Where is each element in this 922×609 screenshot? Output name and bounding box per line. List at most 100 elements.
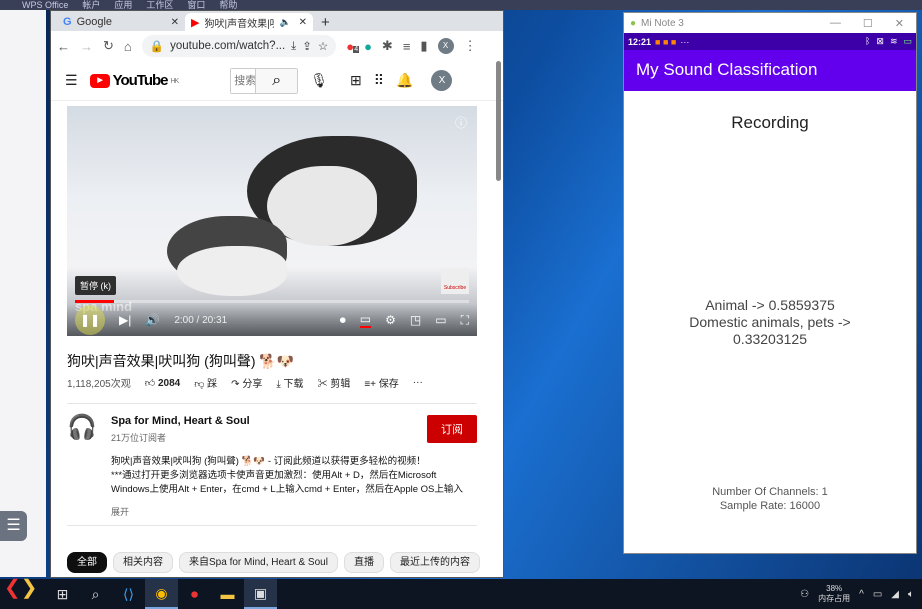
menu-apps[interactable]: 应用 bbox=[114, 0, 132, 10]
memory-usage[interactable]: 38% 内存占用 bbox=[818, 584, 850, 604]
result-line: 0.33203125 bbox=[733, 331, 807, 347]
video-title: 狗吠|声音效果|吠叫狗 (狗叫聲) 🐕🐶 bbox=[67, 353, 295, 369]
description-line: Windows上使用Alt + Enter，在cmd + L上输入cmd + E… bbox=[111, 484, 463, 495]
chip-related[interactable]: 相关内容 bbox=[113, 552, 173, 573]
share-button[interactable]: ↷ 分享 bbox=[231, 375, 262, 390]
battery-icon[interactable]: ▭ bbox=[873, 589, 882, 600]
mic-icon[interactable]: 🎙 bbox=[310, 72, 328, 89]
android-status-bar: 12:21 ■ ■ ■ ··· ᛒ ⊠ ≋ ▭ bbox=[624, 33, 916, 50]
back-icon[interactable]: ← bbox=[57, 39, 70, 54]
menu-icon[interactable]: ⋮ bbox=[464, 38, 477, 54]
chevron-up-icon[interactable]: ^ bbox=[859, 589, 864, 600]
extension-badge: 4 bbox=[353, 45, 360, 53]
like-button[interactable]: 👍︎ 2084 bbox=[145, 377, 180, 389]
progress-bar[interactable] bbox=[75, 300, 469, 303]
speaker-icon[interactable]: 🔈︎ bbox=[908, 589, 914, 600]
info-icon[interactable]: ⓘ bbox=[455, 114, 467, 131]
search-input[interactable] bbox=[231, 68, 256, 93]
tab-google[interactable]: G Google ✕ bbox=[57, 13, 185, 31]
home-icon[interactable]: ⌂ bbox=[124, 39, 132, 54]
install-icon[interactable]: ⤓ bbox=[291, 40, 296, 53]
create-icon[interactable]: ⊞ bbox=[350, 72, 362, 89]
dislike-button[interactable]: 👎︎ 踩 bbox=[194, 375, 217, 390]
autoplay-toggle[interactable]: ⏺ bbox=[340, 313, 346, 328]
maximize-icon[interactable]: ☐ bbox=[863, 17, 873, 30]
media-icon[interactable]: ≡ bbox=[403, 39, 411, 54]
download-button[interactable]: ⤓ 下载 bbox=[276, 375, 303, 390]
new-tab-button[interactable]: + bbox=[313, 14, 338, 31]
chrome-icon[interactable]: ◉ bbox=[145, 579, 178, 609]
download-label: 下载 bbox=[283, 379, 304, 390]
close-tab-icon[interactable]: ✕ bbox=[299, 17, 307, 28]
apps-icon[interactable]: ⠿ bbox=[374, 72, 384, 89]
people-icon[interactable]: ⚇ bbox=[800, 589, 809, 600]
background-app-strip bbox=[0, 10, 46, 577]
os-menu-bar: WPS Office 帐户 应用 工作区 窗口 帮助 bbox=[0, 0, 922, 10]
vscode-icon[interactable]: ⟨⟩ bbox=[112, 586, 145, 603]
search-icon[interactable]: ⌕ bbox=[255, 68, 298, 93]
menu-account[interactable]: 帐户 bbox=[82, 0, 100, 10]
chip-live[interactable]: 直播 bbox=[343, 552, 384, 573]
save-button[interactable]: ≡+ 保存 bbox=[364, 375, 398, 390]
subscribe-overlay[interactable]: Subscribe bbox=[441, 268, 469, 294]
extension-icon[interactable]: ● 4 bbox=[346, 39, 360, 54]
network-icon[interactable]: ◢ bbox=[891, 589, 899, 600]
search-box: ⌕ bbox=[230, 67, 299, 94]
menu-workspace[interactable]: 工作区 bbox=[146, 0, 173, 10]
bell-icon[interactable]: 🔔 bbox=[396, 72, 413, 89]
channel-name[interactable]: Spa for Mind, Heart & Soul bbox=[111, 415, 250, 427]
chip-recent[interactable]: 最近上传的内容 bbox=[389, 552, 480, 573]
minimize-icon[interactable]: — bbox=[830, 17, 841, 30]
subtitles-icon[interactable]: ▭ bbox=[359, 312, 372, 328]
result-line: Domestic animals, pets -> bbox=[689, 314, 851, 330]
palette-icon[interactable]: ● bbox=[364, 39, 372, 54]
wifi-icon: ≋ bbox=[889, 36, 898, 46]
list-menu-button[interactable]: ☰ bbox=[0, 511, 27, 541]
emulator-icon[interactable]: ▣ bbox=[244, 579, 277, 609]
close-icon[interactable]: ✕ bbox=[895, 17, 904, 30]
reload-icon[interactable]: ↻ bbox=[103, 38, 114, 54]
description: 狗吠|声音效果|吠叫狗 (狗叫聲) 🐕🐶 - 订阅此频道以获得更多轻松的视频！ … bbox=[111, 455, 471, 497]
menu-window[interactable]: 窗口 bbox=[187, 0, 205, 10]
miniplayer-icon[interactable]: ◳ bbox=[410, 313, 421, 327]
tab-youtube[interactable]: ▶ 狗吠|声音效果|吠叫 🔈 ✕ bbox=[185, 13, 313, 31]
fullscreen-icon[interactable]: ⛶ bbox=[461, 313, 469, 328]
start-icon[interactable]: ⊞ bbox=[46, 586, 79, 603]
hamburger-icon[interactable]: ☰ bbox=[65, 72, 78, 89]
video-player[interactable]: ⓘ 暂停 (k) Subscribe spa mind ❚❚ ▶| 🔊 2:00… bbox=[67, 106, 477, 336]
menu-help[interactable]: 帮助 bbox=[219, 0, 237, 10]
youtube-logo[interactable]: ▶ YouTube HK bbox=[89, 72, 179, 89]
chip-from-channel[interactable]: 来自Spa for Mind, Heart & Soul bbox=[179, 552, 338, 573]
channel-count: Number Of Channels: 1 bbox=[712, 486, 828, 498]
audio-icon[interactable]: 🔈 bbox=[279, 17, 290, 28]
url-field[interactable]: 🔒 youtube.com/watch?... ⤓ ⇪ ☆ bbox=[141, 35, 337, 57]
more-notifications-icon: ··· bbox=[680, 36, 690, 47]
next-icon[interactable]: ▶| bbox=[119, 313, 131, 327]
puzzle-icon[interactable]: ✱ bbox=[382, 38, 393, 54]
volume-icon[interactable]: 🔊 bbox=[145, 313, 160, 327]
share-icon[interactable]: ⇪ bbox=[302, 39, 312, 53]
scrollbar[interactable] bbox=[496, 61, 501, 181]
star-icon[interactable]: ☆ bbox=[318, 39, 328, 53]
search-icon[interactable]: ⌕ bbox=[79, 586, 112, 603]
more-icon[interactable]: ··· bbox=[413, 377, 423, 388]
pause-icon[interactable]: ❚❚ bbox=[75, 305, 105, 335]
theater-icon[interactable]: ▭ bbox=[435, 313, 446, 327]
settings-icon[interactable]: ⚙ bbox=[385, 313, 396, 327]
record-icon[interactable]: ⏺ bbox=[178, 586, 211, 603]
account-avatar[interactable]: X bbox=[431, 70, 453, 91]
sidepanel-icon[interactable]: ▮ bbox=[420, 38, 427, 54]
address-bar-row: ← → ↻ ⌂ 🔒 youtube.com/watch?... ⤓ ⇪ ☆ ● 4 ● ✱ ≡ ▮ X… bbox=[51, 31, 503, 61]
subscriber-count: 21万位订阅者 bbox=[111, 433, 167, 443]
menu-wps[interactable]: WPS Office bbox=[22, 0, 68, 10]
description-line: 狗吠|声音效果|吠叫狗 (狗叫聲) 🐕🐶 - 订阅此频道以获得更多轻松的视频！ bbox=[111, 456, 426, 467]
clip-button[interactable]: ✂ 剪辑 bbox=[318, 375, 351, 390]
chip-all[interactable]: 全部 bbox=[67, 552, 107, 573]
profile-avatar[interactable]: X bbox=[437, 38, 454, 54]
channel-avatar-headphones-icon[interactable]: 🎧 bbox=[67, 413, 97, 447]
forward-icon[interactable]: → bbox=[80, 39, 93, 54]
file-explorer-icon[interactable]: ▬ bbox=[211, 586, 244, 602]
show-more-link[interactable]: 展开 bbox=[111, 505, 129, 518]
close-tab-icon[interactable]: ✕ bbox=[171, 17, 179, 28]
subscribe-button[interactable]: 订阅 bbox=[427, 415, 477, 443]
